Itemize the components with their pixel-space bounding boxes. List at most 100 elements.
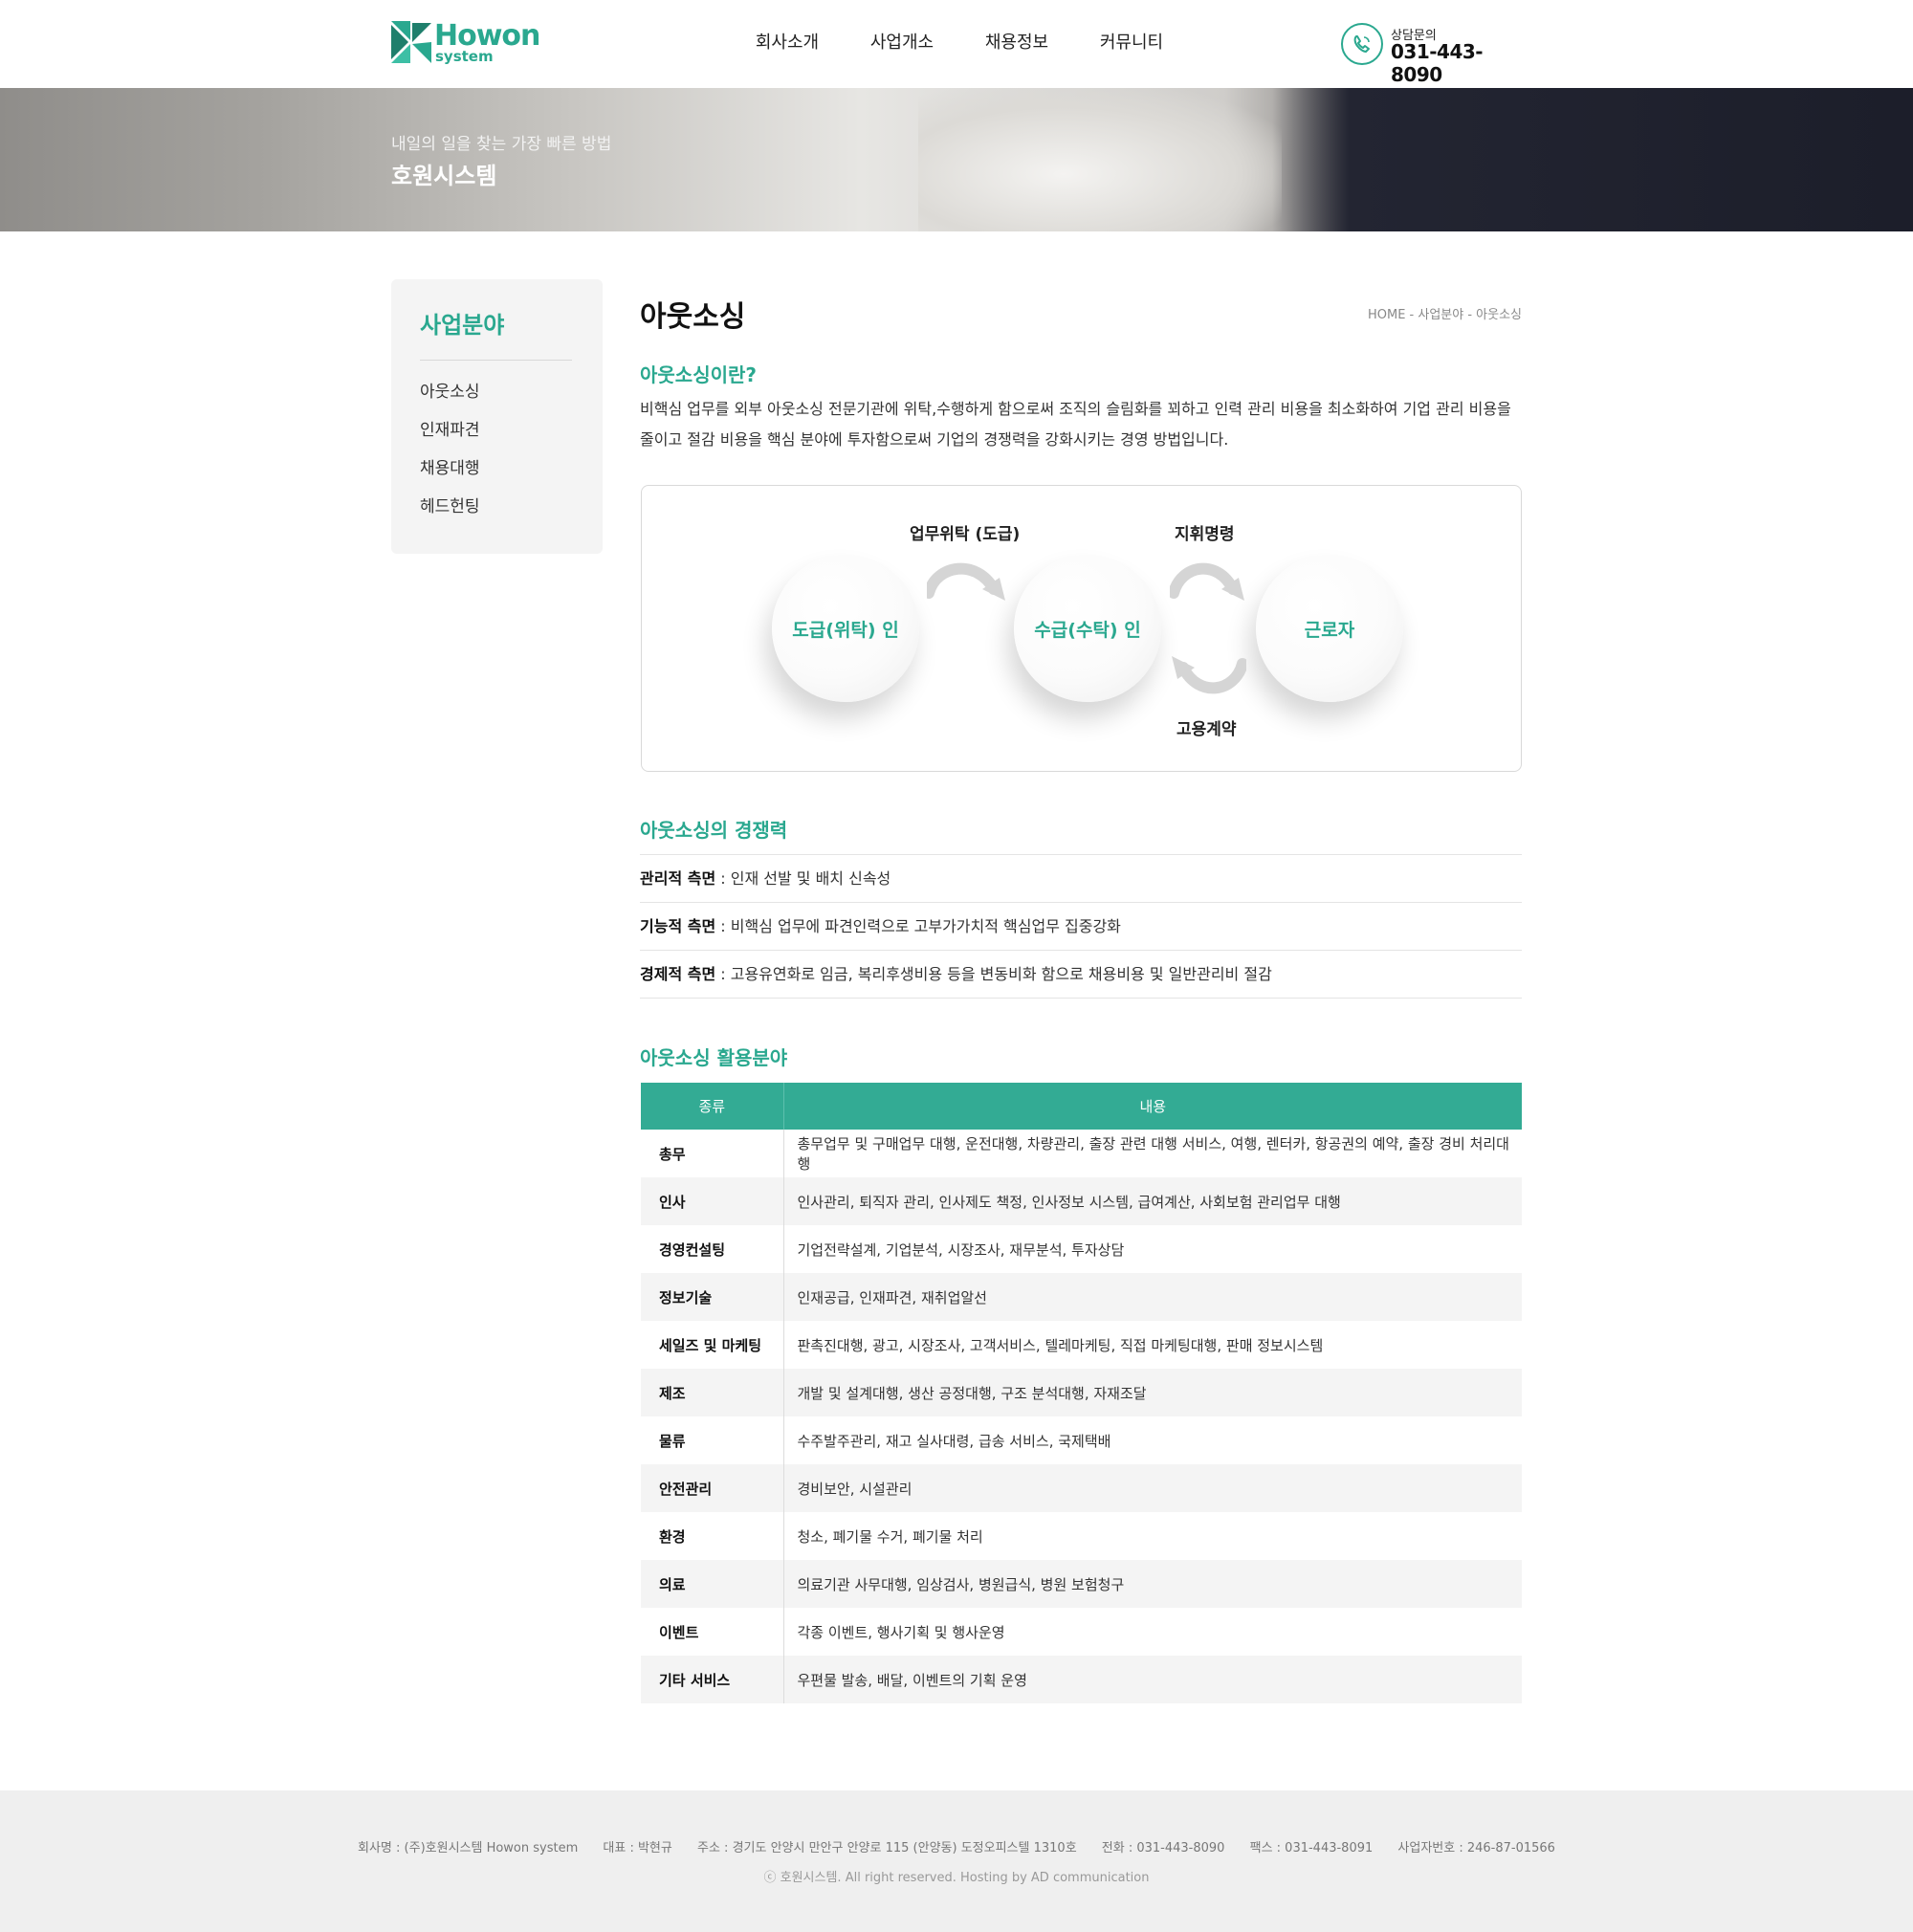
list-item-label: 관리적 측면 [640,869,716,888]
site-header: Howon system 회사소개 사업개소 채용정보 커뮤니티 상담문의 03… [0,0,1913,88]
phone-icon [1341,23,1383,65]
sidebar: 사업분야 아웃소싱 인재파견 채용대행 헤드헌팅 [391,279,603,554]
cell-kind: 이벤트 [641,1608,784,1656]
list-item: 기능적 측면 : 비핵심 업무에 파견인력으로 고부가가치적 핵심업무 집중강화 [640,903,1522,951]
main-nav: 회사소개 사업개소 채용정보 커뮤니티 [730,29,1189,54]
cell-kind: 경영컨설팅 [641,1225,784,1273]
footer-copyright: ⓒ 호원시스템. All right reserved. Hosting by … [763,1871,1150,1885]
table-row: 제조 개발 및 설계대행, 생산 공정대행, 구조 분석대행, 자재조달 [641,1369,1522,1416]
diagram-label-contract: 업무위탁 (도급) [910,525,1021,544]
cell-desc: 인재공급, 인재파견, 재취업알선 [783,1273,1522,1321]
footer-phone: 전화 : 031-443-8090 [1101,1841,1225,1855]
footer-company: 회사명 : (주)호원시스템 Howon system [358,1841,579,1855]
cell-desc: 총무업무 및 구매업무 대행, 운전대행, 차량관리, 출장 관련 대행 서비스… [797,1135,1509,1173]
banner-photo-light [918,88,1282,231]
cell-kind: 의료 [641,1560,784,1608]
nav-item-company[interactable]: 회사소개 [730,29,845,54]
banner-title: 호원시스템 [391,163,497,189]
footer-fax: 팩스 : 031-443-8091 [1249,1841,1374,1855]
column-header-kind: 종류 [641,1083,784,1130]
list-item-text: : 고용유연화로 임금, 복리후생비용 등을 변동비화 함으로 채용비용 및 일… [715,965,1272,983]
footer-biz-no: 사업자번호 : 246-87-01566 [1397,1841,1555,1855]
table-row: 정보기술 인재공급, 인재파견, 재취업알선 [641,1273,1522,1321]
cell-desc: 우편물 발송, 배달, 이벤트의 기획 운영 [783,1656,1522,1703]
table-row: 이벤트 각종 이벤트, 행사기획 및 행사운영 [641,1608,1522,1656]
sidebar-title: 사업분야 [420,312,505,339]
footer-ceo: 대표 : 박현규 [603,1841,672,1855]
outsourcing-diagram: 업무위탁 (도급) 지휘명령 고용계약 도급(위탁) 인 수급(수탁) 인 근로… [641,485,1522,772]
nav-item-recruit[interactable]: 채용정보 [959,29,1074,54]
table-row: 물류 수주발주관리, 재고 실사대령, 급송 서비스, 국제택배 [641,1416,1522,1464]
list-item: 경제적 측면 : 고용유연화로 임금, 복리후생비용 등을 변동비화 함으로 채… [640,951,1522,999]
list-item-text: : 인재 선발 및 배치 신속성 [715,869,891,888]
node-worker: 근로자 [1256,555,1403,702]
cell-kind: 기타 서비스 [641,1656,784,1703]
sidebar-menu: 아웃소싱 인재파견 채용대행 헤드헌팅 [420,381,480,534]
section-title-what-is: 아웃소싱이란? [640,363,758,386]
cell-kind: 안전관리 [641,1464,784,1512]
howon-logo[interactable]: Howon system [391,19,544,65]
breadcrumb: HOME - 사업분야 - 아웃소싱 [1367,308,1522,322]
list-item-label: 기능적 측면 [640,917,716,935]
table-row: 안전관리 경비보안, 시설관리 [641,1464,1522,1512]
contact-phone: 031-443-8090 [1391,40,1484,86]
page-title: 아웃소싱 [640,300,746,334]
hero-banner: 내일의 일을 찾는 가장 빠른 방법 호원시스템 [0,88,1913,231]
cell-kind: 환경 [641,1512,784,1560]
arrow-right-icon [927,562,1005,601]
banner-photo-dark [1272,88,1913,231]
sidebar-item-recruit-agency[interactable]: 채용대행 [420,457,480,495]
arrow-employment-icon [1172,656,1246,694]
cell-kind: 총무 [641,1130,784,1177]
banner-subtitle: 내일의 일을 찾는 가장 빠른 방법 [391,135,612,154]
diagram-label-command: 지휘명령 [1175,525,1235,544]
cell-desc: 판촉진대행, 광고, 시장조사, 고객서비스, 텔레마케팅, 직접 마케팅대행,… [797,1336,1324,1354]
intro-text: 비핵심 업무를 외부 아웃소싱 전문기관에 위탁,수행하게 함으로써 조직의 슬… [640,400,1511,449]
list-item-label: 경제적 측면 [640,965,716,983]
footer-address: 주소 : 경기도 안양시 만안구 안양로 115 (안양동) 도정오피스텔 13… [697,1841,1077,1855]
footer-info: 회사명 : (주)호원시스템 Howon system 대표 : 박현규 주소 … [0,1837,1913,1855]
list-item: 관리적 측면 : 인재 선발 및 배치 신속성 [640,855,1522,903]
site-footer: 회사명 : (주)호원시스템 Howon system 대표 : 박현규 주소 … [0,1790,1913,1932]
cell-kind: 정보기술 [641,1273,784,1321]
cell-kind: 물류 [641,1416,784,1464]
table-row: 환경 청소, 폐기물 수거, 폐기물 처리 [641,1512,1522,1560]
table-row: 세일즈 및 마케팅 판촉진대행, 광고, 시장조사, 고객서비스, 텔레마케팅, … [641,1321,1522,1369]
cell-desc: 기업전략설계, 기업분석, 시장조사, 재무분석, 투자상담 [797,1240,1125,1259]
column-header-content: 내용 [783,1083,1522,1130]
sidebar-item-dispatch[interactable]: 인재파견 [420,419,480,457]
table-row: 총무 총무업무 및 구매업무 대행, 운전대행, 차량관리, 출장 관련 대행 서… [641,1130,1522,1177]
node-subcontractor: 수급(수탁) 인 [1014,555,1161,702]
diagram-label-employment: 고용계약 [1176,720,1237,739]
list-item-text: : 비핵심 업무에 파견인력으로 고부가가치적 핵심업무 집중강화 [715,917,1121,935]
node-contractor: 도급(위탁) 인 [772,555,919,702]
cell-desc: 의료기관 사무대행, 임상검사, 병원급식, 병원 보험청구 [783,1560,1522,1608]
cell-desc: 경비보안, 시설관리 [783,1464,1522,1512]
cell-kind: 인사 [641,1177,784,1225]
cell-desc: 청소, 폐기물 수거, 폐기물 처리 [797,1527,983,1546]
cell-desc: 수주발주관리, 재고 실사대령, 급송 서비스, 국제택배 [797,1432,1111,1450]
sidebar-item-headhunting[interactable]: 헤드헌팅 [420,495,480,534]
nav-item-business[interactable]: 사업개소 [845,29,959,54]
table-row: 경영컨설팅 기업전략설계, 기업분석, 시장조사, 재무분석, 투자상담 [641,1225,1522,1273]
contact-box: 상담문의 031-443-8090 [1341,23,1523,86]
table-row: 인사 인사관리, 퇴직자 관리, 인사제도 책정, 인사정보 시스템, 급여계산,… [641,1177,1522,1225]
section-title-competitiveness: 아웃소싱의 경쟁력 [640,819,788,842]
cell-kind: 제조 [641,1369,784,1416]
sidebar-item-outsourcing[interactable]: 아웃소싱 [420,381,480,419]
table-row: 기타 서비스 우편물 발송, 배달, 이벤트의 기획 운영 [641,1656,1522,1703]
usage-table: 종류 내용 총무 총무업무 및 구매업무 대행, 운전대행, 차량관리, 출장 관… [641,1083,1522,1703]
arrow-command-icon [1170,562,1244,601]
cell-desc: 각종 이벤트, 행사기획 및 행사운영 [797,1623,1005,1641]
cell-desc: 개발 및 설계대행, 생산 공정대행, 구조 분석대행, 자재조달 [783,1369,1522,1416]
competitiveness-list: 관리적 측면 : 인재 선발 및 배치 신속성 기능적 측면 : 비핵심 업무에… [640,854,1522,999]
sidebar-divider [420,360,572,361]
section-title-usage: 아웃소싱 활용분야 [640,1046,788,1069]
logo-subtitle: system [435,48,494,65]
cell-desc: 인사관리, 퇴직자 관리, 인사제도 책정, 인사정보 시스템, 급여계산, 사… [783,1177,1522,1225]
table-row: 의료 의료기관 사무대행, 임상검사, 병원급식, 병원 보험청구 [641,1560,1522,1608]
cell-kind: 세일즈 및 마케팅 [641,1321,784,1369]
pinwheel-logo-icon [391,21,431,63]
nav-item-community[interactable]: 커뮤니티 [1074,29,1189,54]
table-header-row: 종류 내용 [641,1083,1522,1130]
